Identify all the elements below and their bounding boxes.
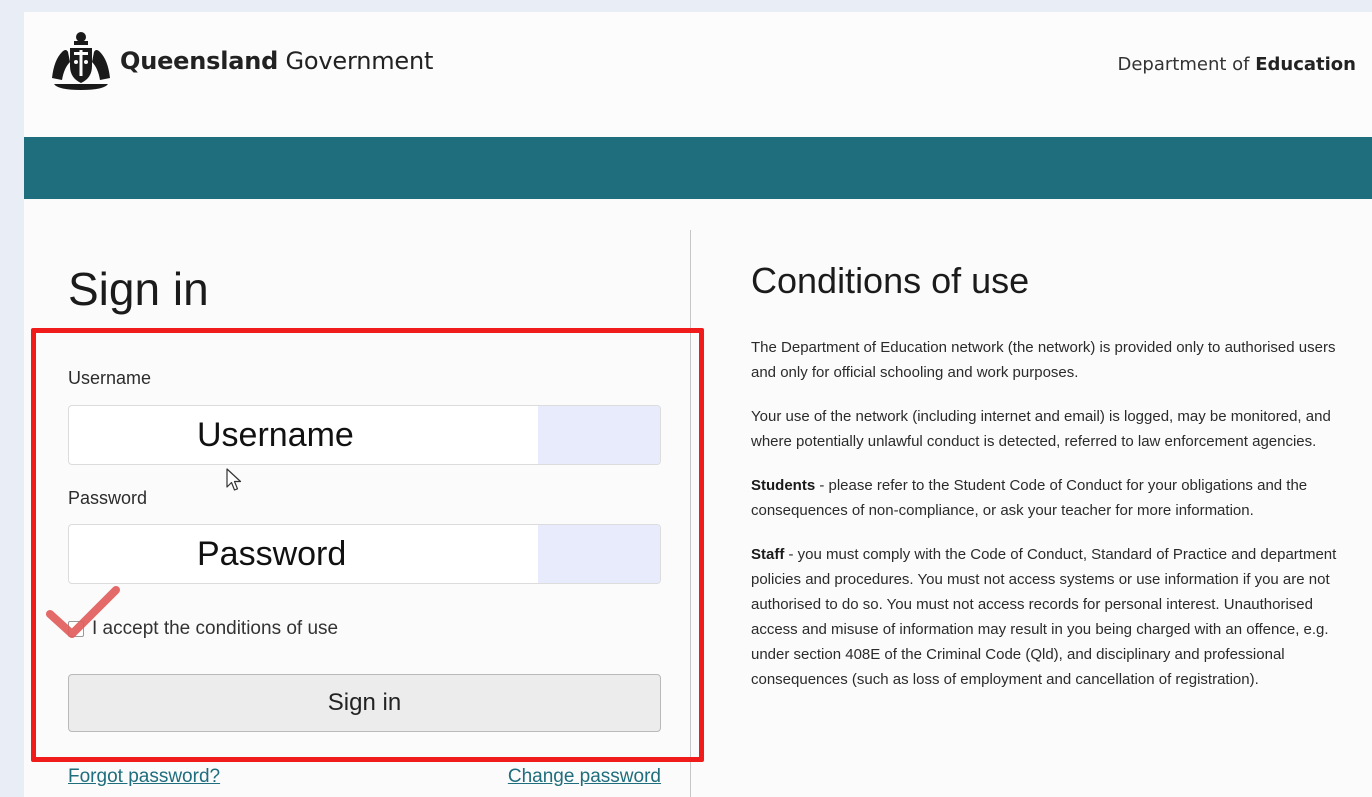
department-name: Department of Education: [1118, 54, 1357, 75]
username-field-wrapper: [68, 405, 661, 465]
students-text: - please refer to the Student Code of Co…: [751, 477, 1308, 519]
conditions-paragraph-network: The Department of Education network (the…: [751, 339, 1336, 381]
checkmark-annotation-icon: [46, 586, 120, 638]
change-password-link[interactable]: Change password: [508, 766, 661, 788]
brand-name: Queensland Government: [120, 47, 433, 75]
signin-button[interactable]: Sign in: [68, 674, 661, 732]
accept-conditions-label[interactable]: I accept the conditions of use: [92, 618, 338, 640]
conditions-title: Conditions of use: [751, 260, 1030, 301]
coat-of-arms-icon: [52, 32, 110, 90]
username-label: Username: [68, 368, 152, 388]
staff-lead: Staff: [751, 546, 785, 563]
staff-text: - you must comply with the Code of Condu…: [751, 546, 1337, 688]
conditions-paragraph-logging: Your use of the network (including inter…: [751, 408, 1331, 450]
autofill-highlight: [538, 525, 660, 583]
conditions-body: The Department of Education network (the…: [751, 335, 1347, 711]
signin-title: Sign in: [68, 263, 209, 315]
department-prefix: Department of: [1117, 54, 1256, 75]
brand-name-bold: Queensland: [120, 47, 279, 75]
forgot-password-link[interactable]: Forgot password?: [68, 766, 220, 788]
site-header: Queensland Government Department of Educ…: [24, 12, 1372, 137]
students-lead: Students: [751, 477, 816, 494]
username-input[interactable]: [69, 406, 539, 464]
password-input[interactable]: [69, 525, 539, 583]
password-label: Password: [68, 488, 148, 508]
header-band: [24, 137, 1372, 199]
autofill-highlight: [538, 406, 660, 464]
column-divider: [690, 230, 691, 797]
department-bold: Education: [1255, 54, 1356, 75]
page: Queensland Government Department of Educ…: [24, 12, 1372, 797]
conditions-paragraph-students: Students - please refer to the Student C…: [751, 473, 1347, 523]
conditions-paragraph-staff: Staff - you must comply with the Code of…: [751, 542, 1347, 692]
mouse-pointer-icon: [226, 468, 242, 491]
password-field-wrapper: [68, 524, 661, 584]
brand-name-regular: Government: [278, 47, 434, 75]
qld-gov-logo[interactable]: Queensland Government: [48, 28, 433, 94]
